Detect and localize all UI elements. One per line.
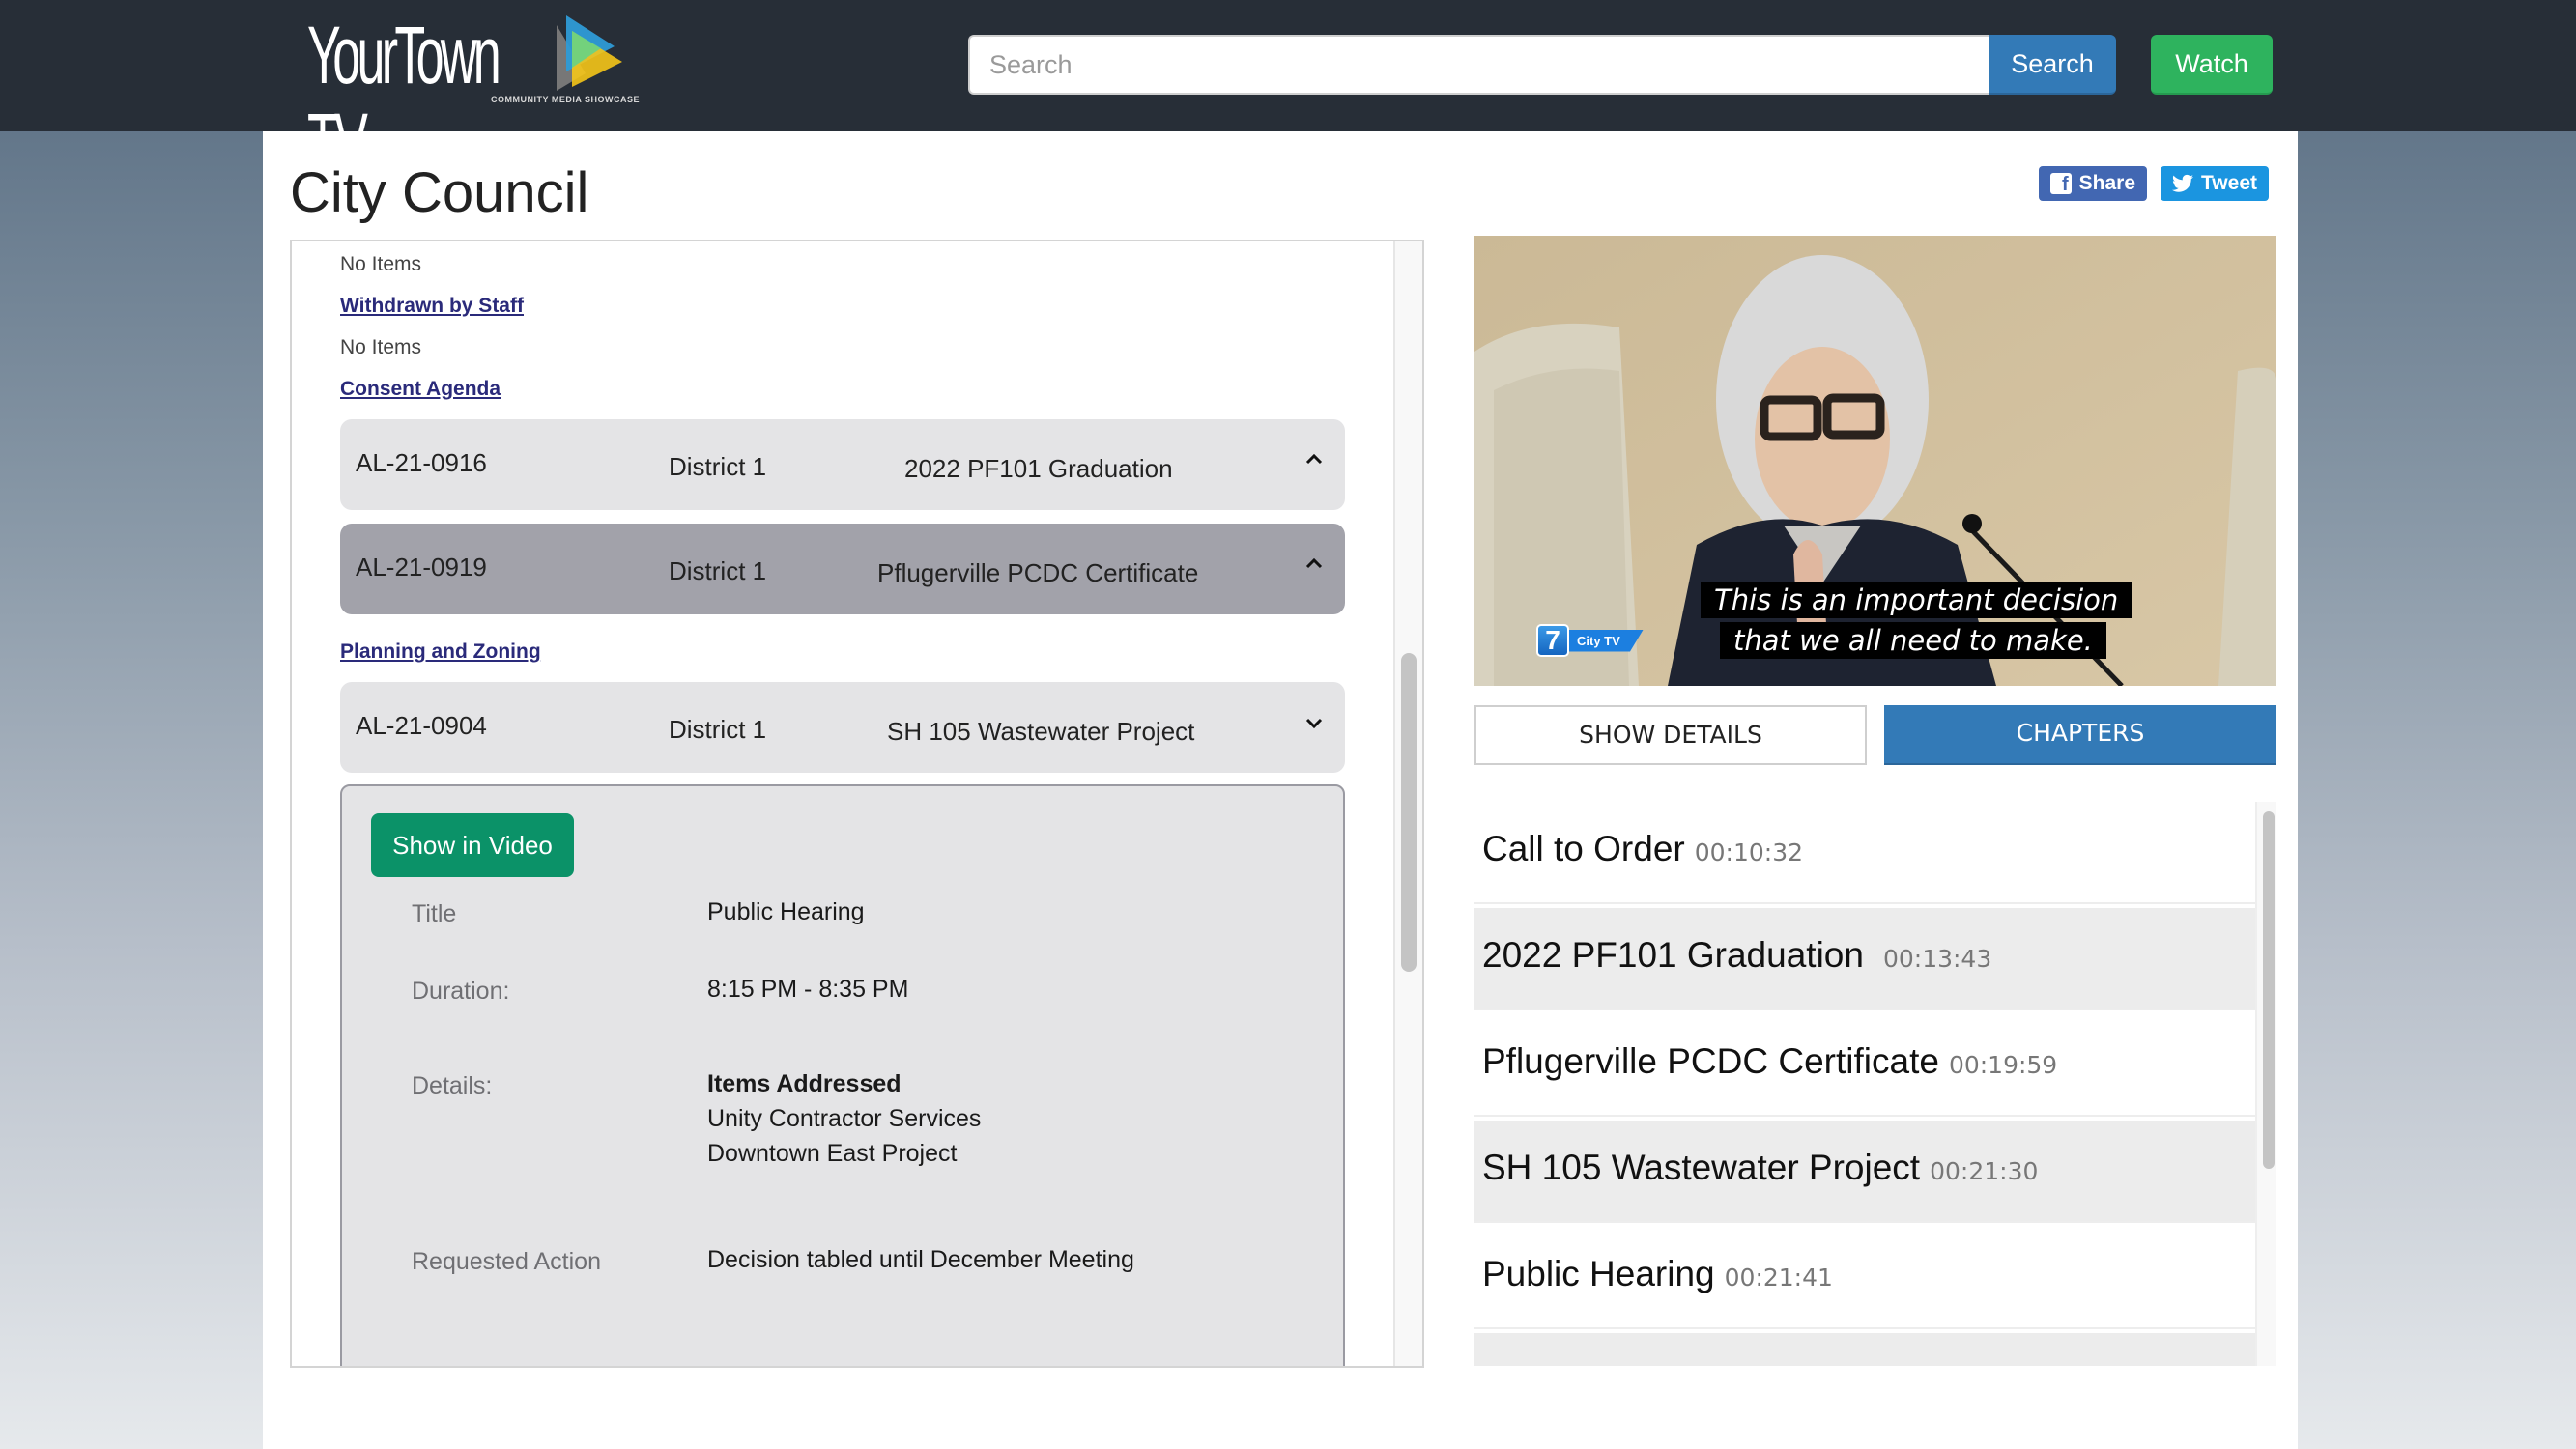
chevron-down-icon[interactable] [1302,711,1326,734]
share-label: Share [2078,172,2136,194]
chapter-name: SH 105 Wastewater Project [1482,1148,1921,1187]
facebook-icon: f [2049,173,2072,194]
chevron-up-icon[interactable] [1302,448,1326,471]
title-value: Public Hearing [707,898,865,925]
channel-name: City TV [1569,629,1644,652]
chapters-list: Call to Order 00:10:32 2022 PF101 Graduat… [1474,802,2276,1366]
details-line: Unity Contractor Services [707,1105,982,1132]
chapter-name: Call to Order [1482,829,1685,868]
details-heading: Items Addressed [707,1070,902,1097]
item-district: District 1 [669,452,767,481]
video-player[interactable]: This is an important decision that we al… [1474,236,2276,686]
watch-button[interactable]: Watch [2151,35,2273,95]
channel-watermark: 7 City TV [1536,624,1644,657]
item-title: Pflugerville PCDC Certificate [877,558,1199,587]
video-caption-line: that we all need to make. [1720,622,2106,659]
duration-value: 8:15 PM - 8:35 PM [707,976,909,1003]
no-items-text: No Items [340,253,422,275]
chapters-scrollbar[interactable] [2255,802,2276,1366]
chapter-name: 2022 PF101 Graduation [1482,935,1864,975]
top-navbar: YourTown TV COMMUNITY MEDIA SHOWCASE Sea… [0,0,2576,185]
page-title: City Council [290,161,589,224]
chapter-item[interactable]: Public Hearing 00:21:41 [1474,1227,2255,1329]
item-title: SH 105 Wastewater Project [887,717,1195,746]
item-district: District 1 [669,715,767,744]
agenda-panel: No Items Withdrawn by Staff No Items Con… [290,240,1424,1368]
section-link-withdrawn-by-staff[interactable]: Withdrawn by Staff [340,295,524,318]
show-in-video-button[interactable]: Show in Video [371,813,574,877]
title-label: Title [412,900,457,927]
requested-action-value: Decision tabled until December Meeting [707,1246,1134,1273]
twitter-bird-icon [2172,174,2194,192]
item-title: 2022 PF101 Graduation [904,454,1173,483]
tab-show-details[interactable]: SHOW DETAILS [1474,705,1867,765]
video-frame-speaker [1474,236,2276,686]
agenda-scrollbar-thumb[interactable] [1401,653,1417,972]
tab-chapters[interactable]: CHAPTERS [1884,705,2276,765]
chapter-time: 00:10:32 [1694,838,1804,867]
yourtown-tv-logo[interactable]: YourTown TV COMMUNITY MEDIA SHOWCASE [307,12,640,185]
search-bar: Search [968,35,2116,95]
agenda-item-row[interactable]: AL-21-0919 District 1 Pflugerville PCDC … [340,524,1345,614]
item-id: AL-21-0916 [356,448,487,477]
chapter-item-partial[interactable] [1474,1333,2255,1366]
tweet-label: Tweet [2201,172,2257,194]
logo-subtitle: COMMUNITY MEDIA SHOWCASE [491,95,641,104]
video-tabs: SHOW DETAILS CHAPTERS [1474,705,2276,765]
chevron-up-icon[interactable] [1302,553,1326,576]
chapter-item[interactable]: Call to Order 00:10:32 [1474,802,2255,904]
chapter-item[interactable]: Pflugerville PCDC Certificate 00:19:59 [1474,1014,2255,1117]
chapters-scrollbar-thumb[interactable] [2263,811,2275,1169]
play-logo-icon [557,15,622,91]
section-link-consent-agenda[interactable]: Consent Agenda [340,378,501,401]
chapter-item[interactable]: SH 105 Wastewater Project 00:21:30 [1474,1121,2255,1223]
chapter-time: 00:21:41 [1724,1264,1833,1292]
no-items-text: No Items [340,336,422,358]
item-detail-panel: Show in Video Title Public Hearing Durat… [340,784,1345,1366]
facebook-share-button[interactable]: f Share [2038,166,2148,201]
section-link-planning-and-zoning[interactable]: Planning and Zoning [340,640,541,664]
item-id: AL-21-0904 [356,711,487,740]
requested-action-label: Requested Action [412,1248,601,1275]
chapter-time: 00:19:59 [1948,1051,2058,1079]
chapter-name: Public Hearing [1482,1254,1715,1293]
video-caption-line: This is an important decision [1701,582,2132,618]
duration-label: Duration: [412,978,510,1005]
channel-number: 7 [1536,624,1569,657]
chapter-time: 00:13:43 [1882,945,1992,973]
chapter-item[interactable]: 2022 PF101 Graduation 00:13:43 [1474,908,2255,1010]
item-district: District 1 [669,556,767,585]
chapter-time: 00:21:30 [1930,1157,2039,1185]
search-button[interactable]: Search [1989,35,2116,95]
social-share: f Share Tweet [2038,166,2269,201]
twitter-tweet-button[interactable]: Tweet [2161,166,2269,201]
details-line: Downtown East Project [707,1140,958,1167]
item-id: AL-21-0919 [356,553,487,582]
agenda-item-row[interactable]: AL-21-0916 District 1 2022 PF101 Graduat… [340,419,1345,510]
agenda-scrollbar[interactable] [1393,242,1422,1366]
search-input[interactable] [968,35,1989,95]
chapter-name: Pflugerville PCDC Certificate [1482,1041,1939,1081]
agenda-item-row[interactable]: AL-21-0904 District 1 SH 105 Wastewater … [340,682,1345,773]
details-label: Details: [412,1072,493,1099]
